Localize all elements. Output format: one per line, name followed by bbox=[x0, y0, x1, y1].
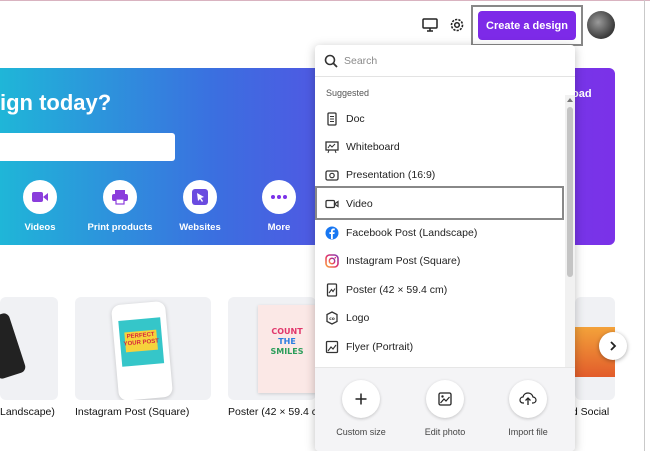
doc-icon bbox=[327, 112, 337, 126]
quick-action-label: Edit photo bbox=[424, 427, 466, 437]
cursor-icon bbox=[183, 180, 217, 214]
dropdown-item-label: Instagram Post (Square) bbox=[346, 255, 461, 267]
search-icon bbox=[324, 54, 338, 68]
poster-icon bbox=[326, 283, 338, 297]
avatar[interactable] bbox=[587, 11, 615, 39]
scroll-up-icon[interactable] bbox=[567, 98, 573, 102]
phone-mockup: PERFECT YOUR POST bbox=[110, 300, 174, 400]
category-videos[interactable]: Videos bbox=[5, 180, 75, 233]
post-image: PERFECT YOUR POST bbox=[118, 317, 165, 367]
create-design-dropdown: Search Suggested Doc Whiteboard Presenta… bbox=[315, 45, 575, 451]
category-label: Videos bbox=[24, 222, 56, 233]
dropdown-item-label: Whiteboard bbox=[346, 141, 400, 153]
printer-icon bbox=[103, 180, 137, 214]
dropdown-item-doc[interactable]: Doc bbox=[315, 105, 565, 133]
facebook-icon bbox=[325, 226, 339, 240]
scrollbar-thumb[interactable] bbox=[567, 107, 573, 277]
upload-icon bbox=[509, 380, 547, 418]
import-file-button[interactable]: Import file bbox=[488, 380, 568, 437]
presentation-icon bbox=[325, 170, 339, 181]
dropdown-search[interactable]: Search bbox=[315, 45, 575, 77]
phone-image bbox=[0, 311, 27, 381]
category-websites[interactable]: Websites bbox=[165, 180, 235, 233]
template-card-poster[interactable]: COUNT THE SMILES bbox=[228, 297, 316, 400]
card-label: Landscape) bbox=[0, 406, 55, 418]
plus-icon bbox=[342, 380, 380, 418]
dropdown-item-facebook-post[interactable]: Facebook Post (Landscape) bbox=[315, 219, 565, 247]
whiteboard-icon bbox=[325, 141, 339, 154]
category-label: Websites bbox=[179, 222, 221, 233]
right-border bbox=[644, 0, 645, 451]
quick-action-label: Import file bbox=[508, 427, 548, 437]
section-label: Suggested bbox=[326, 88, 370, 98]
svg-text:co: co bbox=[329, 317, 335, 322]
create-design-button[interactable]: Create a design bbox=[478, 11, 576, 40]
gear-icon[interactable] bbox=[448, 16, 468, 36]
category-print-products[interactable]: Print products bbox=[85, 180, 155, 233]
hero-search-input[interactable] bbox=[0, 133, 175, 161]
flyer-icon bbox=[325, 340, 339, 354]
logo-icon: co bbox=[326, 311, 338, 325]
category-label: Print products bbox=[87, 222, 153, 233]
template-card-instagram[interactable]: PERFECT YOUR POST bbox=[75, 297, 211, 400]
hero-title: ign today? bbox=[0, 90, 112, 115]
dropdown-item-logo[interactable]: co Logo bbox=[315, 304, 565, 332]
carousel-next-button[interactable] bbox=[599, 332, 627, 360]
chevron-right-icon bbox=[610, 341, 617, 351]
template-card-facebook[interactable] bbox=[0, 297, 58, 400]
quick-actions: Custom size Edit photo Import file bbox=[315, 367, 575, 451]
edit-photo-button[interactable]: Edit photo bbox=[405, 380, 485, 437]
category-more[interactable]: More bbox=[244, 180, 314, 233]
dropdown-item-label: Facebook Post (Landscape) bbox=[346, 227, 478, 239]
dropdown-item-label: Doc bbox=[346, 113, 365, 125]
dropdown-item-label: Poster (42 × 59.4 cm) bbox=[346, 284, 448, 296]
image-edit-icon bbox=[426, 380, 464, 418]
desktop-icon[interactable] bbox=[421, 16, 441, 36]
dropdown-item-flyer[interactable]: Flyer (Portrait) bbox=[315, 333, 565, 361]
poster-image: COUNT THE SMILES bbox=[258, 305, 316, 393]
card-label: Instagram Post (Square) bbox=[75, 406, 190, 418]
poster-text: THE bbox=[278, 337, 296, 346]
dropdown-item-whiteboard[interactable]: Whiteboard bbox=[315, 133, 565, 161]
dropdown-item-poster[interactable]: Poster (42 × 59.4 cm) bbox=[315, 276, 565, 304]
more-icon bbox=[262, 180, 296, 214]
poster-text: COUNT bbox=[271, 327, 303, 336]
poster-text: SMILES bbox=[270, 347, 304, 356]
top-border bbox=[0, 0, 650, 1]
dropdown-item-instagram-post[interactable]: Instagram Post (Square) bbox=[315, 247, 565, 275]
category-label: More bbox=[267, 222, 291, 233]
dropdown-item-label: Flyer (Portrait) bbox=[346, 341, 414, 353]
instagram-icon bbox=[325, 254, 339, 268]
video-item-highlight bbox=[315, 186, 564, 220]
quick-action-label: Custom size bbox=[336, 427, 386, 437]
card-label: Poster (42 × 59.4 c bbox=[228, 406, 318, 418]
custom-size-button[interactable]: Custom size bbox=[321, 380, 401, 437]
dropdown-item-label: Presentation (16:9) bbox=[346, 169, 436, 181]
search-placeholder: Search bbox=[344, 55, 378, 67]
dropdown-item-label: Logo bbox=[346, 312, 370, 324]
video-icon bbox=[23, 180, 57, 214]
dropdown-item-presentation[interactable]: Presentation (16:9) bbox=[315, 161, 565, 189]
